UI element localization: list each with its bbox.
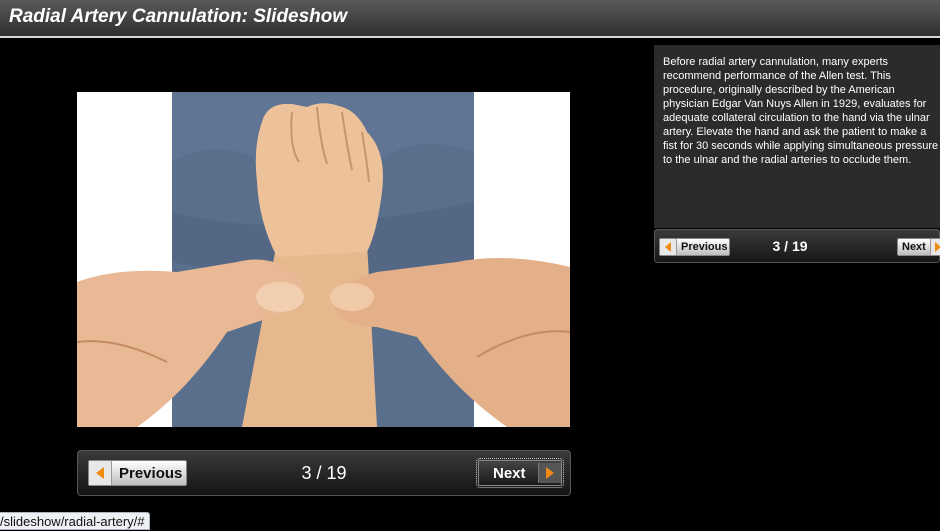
- allen-test-photo: [77, 92, 570, 427]
- page-title: Radial Artery Cannulation: Slideshow: [9, 6, 348, 27]
- next-label: Next: [493, 464, 526, 482]
- caption-slide-counter: 3 / 19: [772, 238, 808, 254]
- caption-next-button[interactable]: Next: [897, 238, 940, 256]
- caption-panel: Before radial artery cannulation, many e…: [654, 45, 940, 228]
- next-button[interactable]: Next: [476, 458, 564, 488]
- caption-next-label: Next: [902, 241, 926, 253]
- caption-text: Before radial artery cannulation, many e…: [663, 56, 939, 166]
- slide-image: [77, 92, 570, 427]
- caption-navigation: Previous 3 / 19 Next: [654, 229, 940, 263]
- status-bar-url: /slideshow/radial-artery/#: [0, 512, 150, 530]
- title-bar: Radial Artery Cannulation: Slideshow: [0, 0, 940, 38]
- slide-navigation: Previous 3 / 19 Next: [77, 450, 571, 496]
- right-arrow-icon: [537, 463, 561, 483]
- right-arrow-icon: [929, 239, 940, 255]
